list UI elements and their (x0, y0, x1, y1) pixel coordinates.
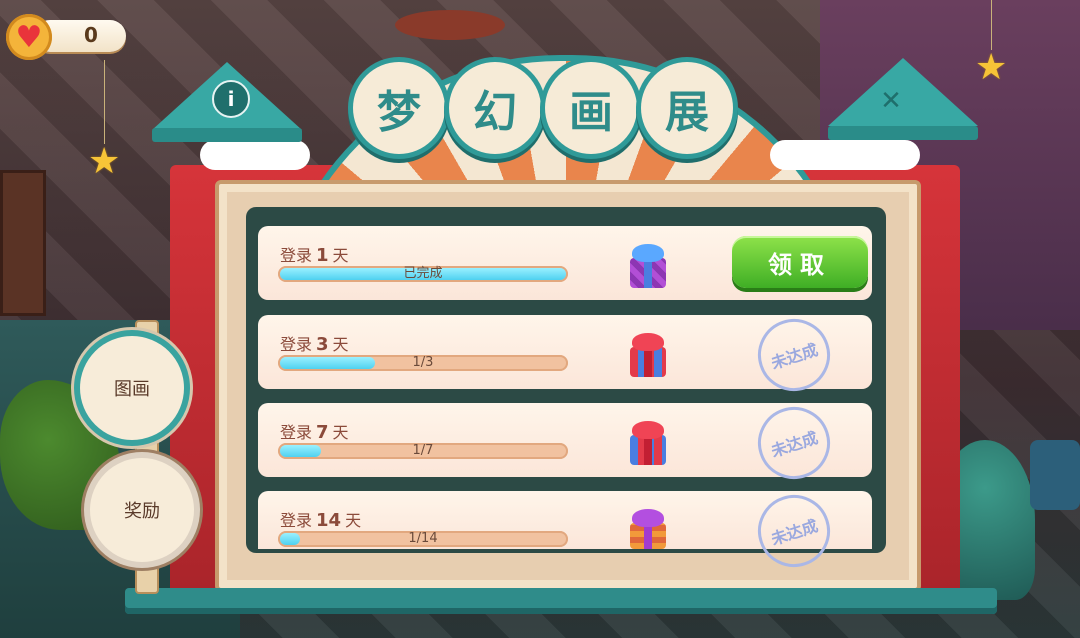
bookshelf (0, 170, 46, 316)
cloud (770, 140, 920, 170)
lives-counter[interactable]: ♥ 0 (6, 14, 128, 60)
lives-count: 0 (84, 23, 98, 47)
rewards-tab[interactable]: 奖励 (90, 458, 194, 562)
cloud (200, 140, 310, 170)
title-char: 展 (641, 62, 733, 154)
not-reached-stamp: 未达成 (748, 397, 840, 489)
right-roof-base (828, 126, 978, 140)
table (395, 10, 505, 40)
close-button[interactable]: ✕ (874, 84, 908, 118)
not-reached-stamp: 未达成 (748, 309, 840, 401)
reward-label: 登录 7 天 (280, 422, 349, 443)
reward-row-day14: 登录 14 天 1/14 未达成 (258, 485, 872, 577)
claim-button[interactable]: 领取 (732, 236, 868, 288)
reward-label: 登录 14 天 (280, 510, 362, 531)
progress-text: 1/14 (408, 531, 438, 546)
info-button[interactable]: i (212, 80, 250, 118)
reward-row-day1: 登录 1 天 已完成 领取 (258, 226, 872, 300)
star-icon: ★ (88, 141, 121, 182)
reward-label: 登录 1 天 (280, 245, 349, 266)
left-roof-base (152, 128, 302, 142)
progress-text: 1/7 (412, 443, 434, 458)
gift-icon (626, 329, 670, 377)
reward-row-day3: 登录 3 天 1/3 未达成 (258, 309, 872, 401)
close-icon: ✕ (880, 86, 902, 116)
reward-label: 登录 3 天 (280, 334, 349, 355)
gift-icon (626, 240, 670, 288)
title-char: 梦 (353, 62, 445, 154)
gift-icon (626, 505, 670, 549)
title-char: 画 (545, 62, 637, 154)
gift-icon (626, 417, 670, 465)
reward-row-day7: 登录 7 天 1/7 未达成 (258, 397, 872, 489)
heart-icon: ♥ (6, 14, 52, 60)
drum (1030, 440, 1080, 510)
title-char: 幻 (449, 62, 541, 154)
progress-text: 已完成 (403, 266, 443, 281)
page-title: 梦 幻 画 展 (353, 62, 733, 154)
panel-base (125, 588, 997, 614)
info-icon: i (227, 87, 235, 111)
paintings-tab[interactable]: 图画 (80, 336, 184, 440)
progress-text: 1/3 (412, 355, 434, 370)
hanging-star: ★ (88, 60, 120, 180)
